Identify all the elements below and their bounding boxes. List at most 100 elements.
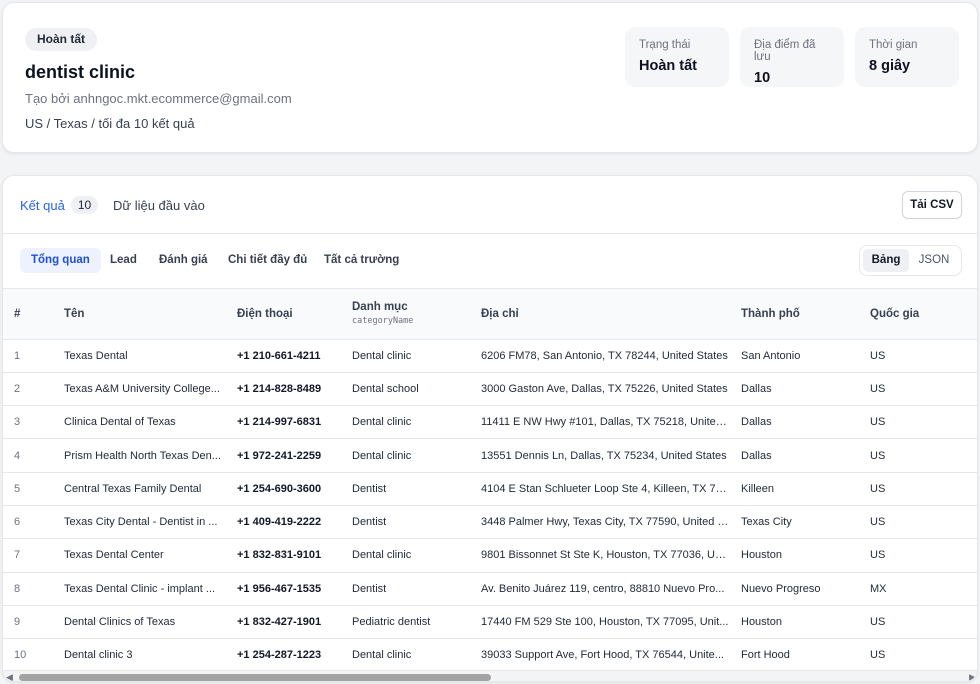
cell-country: US bbox=[859, 505, 977, 540]
view-json-button[interactable]: JSON bbox=[913, 249, 955, 272]
stat-value: Hoàn tất bbox=[639, 58, 697, 74]
arrow-right-icon[interactable]: ▶ bbox=[969, 672, 976, 681]
stat-value: 10 bbox=[754, 70, 771, 86]
tab-results-label: Kết quả bbox=[20, 197, 65, 213]
cell-city: Dallas bbox=[730, 438, 859, 473]
cell-idx: 2 bbox=[3, 372, 53, 407]
view-table-button[interactable]: Bảng bbox=[863, 249, 909, 272]
subtab-full-details[interactable]: Chi tiết đầy đủ bbox=[217, 248, 318, 273]
cell-phone: +1 254-690-3600 bbox=[226, 472, 341, 506]
stat-label: Địa điểm đã lưu bbox=[754, 39, 816, 63]
cell-name: Prism Health North Texas Den... bbox=[53, 438, 226, 473]
cell-city: Killeen bbox=[730, 472, 859, 506]
view-toggle: Bảng JSON bbox=[859, 245, 962, 276]
cell-city: Dallas bbox=[730, 372, 859, 407]
cell-country: MX bbox=[859, 572, 977, 606]
stat-label: Thời gian bbox=[869, 39, 918, 51]
col-header-city[interactable]: Thành phố bbox=[730, 289, 859, 340]
results-table: # Tên Điện thoại Danh mục categoryName Đ… bbox=[3, 289, 977, 669]
subtab-overview[interactable]: Tổng quan bbox=[20, 248, 101, 273]
cell-category: Dental clinic bbox=[341, 339, 470, 373]
stat-duration: Thời gian 8 giây bbox=[855, 27, 959, 87]
col-header-category[interactable]: Danh mục categoryName bbox=[341, 289, 470, 340]
subtab-all-fields[interactable]: Tất cả trường bbox=[313, 248, 410, 273]
cell-category: Dental clinic bbox=[341, 438, 470, 473]
cell-address: Av. Benito Juárez 119, centro, 88810 Nue… bbox=[470, 572, 730, 606]
cell-category: Dental clinic bbox=[341, 538, 470, 573]
cell-country: US bbox=[859, 405, 977, 440]
stat-saved-places: Địa điểm đã lưu 10 bbox=[740, 27, 844, 87]
stat-value: 8 giây bbox=[869, 58, 911, 74]
cell-category: Dental clinic bbox=[341, 638, 470, 669]
cell-address: 4104 E Stan Schlueter Loop Ste 4, Killee… bbox=[470, 472, 730, 506]
cell-city: Texas City bbox=[730, 505, 859, 540]
table-row[interactable]: 8 Texas Dental Clinic - implant ... +1 956… bbox=[3, 572, 977, 606]
table-row[interactable]: 4 Prism Health North Texas Den... +1 972-2… bbox=[3, 438, 977, 473]
status-badge: Hoàn tất bbox=[25, 28, 97, 51]
job-title: dentist clinic bbox=[25, 62, 136, 82]
table-row[interactable]: 10 Dental clinic 3 +1 254-287-1223 Dental c… bbox=[3, 638, 977, 669]
arrow-left-icon[interactable]: ◀ bbox=[6, 672, 13, 681]
cell-idx: 6 bbox=[3, 505, 53, 540]
subtab-reviews[interactable]: Đánh giá bbox=[148, 248, 219, 273]
cell-category: Dental school bbox=[341, 372, 470, 407]
cell-category: Dentist bbox=[341, 472, 470, 506]
cell-phone: +1 409-419-2222 bbox=[226, 505, 341, 540]
cell-phone: +1 210-661-4211 bbox=[226, 339, 341, 373]
stat-status: Trạng thái Hoàn tất bbox=[625, 27, 729, 87]
cell-address: 3000 Gaston Ave, Dallas, TX 75226, Unite… bbox=[470, 372, 730, 407]
tab-results[interactable]: Kết quả 10 bbox=[20, 196, 99, 214]
cell-idx: 7 bbox=[3, 538, 53, 573]
cell-phone: +1 956-467-1535 bbox=[226, 572, 341, 606]
table-row[interactable]: 9 Dental Clinics of Texas +1 832-427-1901 P… bbox=[3, 605, 977, 640]
cell-name: Clinica Dental of Texas bbox=[53, 405, 226, 440]
cell-address: 9801 Bissonnet St Ste K, Houston, TX 770… bbox=[470, 538, 730, 573]
cell-address: 11411 E NW Hwy #101, Dallas, TX 75218, U… bbox=[470, 405, 730, 440]
table-row[interactable]: 5 Central Texas Family Dental +1 254-690-3… bbox=[3, 472, 977, 506]
cell-name: Texas A&M University College... bbox=[53, 372, 226, 407]
table-row[interactable]: 3 Clinica Dental of Texas +1 214-997-6831 D… bbox=[3, 405, 977, 440]
cell-name: Texas Dental Center bbox=[53, 538, 226, 573]
results-tabs: Kết quả 10 Dữ liệu đầu vào Tải CSV bbox=[3, 176, 977, 234]
cell-idx: 8 bbox=[3, 572, 53, 606]
table-row[interactable]: 7 Texas Dental Center +1 832-831-9101 Denta… bbox=[3, 538, 977, 573]
table-body: 1 Texas Dental +1 210-661-4211 Dental clini… bbox=[3, 339, 977, 669]
col-header-category-key: categoryName bbox=[352, 316, 414, 327]
table-row[interactable]: 1 Texas Dental +1 210-661-4211 Dental clini… bbox=[3, 339, 977, 373]
col-header-name[interactable]: Tên bbox=[53, 289, 226, 340]
cell-country: US bbox=[859, 605, 977, 640]
cell-category: Dentist bbox=[341, 505, 470, 540]
cell-address: 39033 Support Ave, Fort Hood, TX 76544, … bbox=[470, 638, 730, 669]
cell-address: 6206 FM78, San Antonio, TX 78244, United… bbox=[470, 339, 730, 373]
cell-address: 3448 Palmer Hwy, Texas City, TX 77590, U… bbox=[470, 505, 730, 540]
cell-idx: 9 bbox=[3, 605, 53, 640]
subtab-lead[interactable]: Lead bbox=[99, 248, 148, 273]
tab-input-data[interactable]: Dữ liệu đầu vào bbox=[113, 198, 205, 213]
cell-name: Dental Clinics of Texas bbox=[53, 605, 226, 640]
results-table-container[interactable]: # Tên Điện thoại Danh mục categoryName Đ… bbox=[3, 289, 977, 669]
cell-phone: +1 214-828-8489 bbox=[226, 372, 341, 407]
col-header-phone[interactable]: Điện thoại bbox=[226, 289, 341, 340]
table-header-row: # Tên Điện thoại Danh mục categoryName Đ… bbox=[3, 289, 977, 340]
cell-idx: 1 bbox=[3, 339, 53, 373]
col-header-country[interactable]: Quốc gia bbox=[859, 289, 977, 340]
cell-name: Texas City Dental - Dentist in ... bbox=[53, 505, 226, 540]
cell-phone: +1 254-287-1223 bbox=[226, 638, 341, 669]
cell-phone: +1 832-831-9101 bbox=[226, 538, 341, 573]
cell-country: US bbox=[859, 472, 977, 506]
job-scope-text: US / Texas / tối đa 10 kết quả bbox=[25, 116, 195, 131]
horizontal-scrollbar[interactable]: ◀ ▶ bbox=[3, 670, 977, 681]
cell-country: US bbox=[859, 339, 977, 373]
cell-country: US bbox=[859, 638, 977, 669]
cell-city: Houston bbox=[730, 538, 859, 573]
table-row[interactable]: 6 Texas City Dental - Dentist in ... +1 40… bbox=[3, 505, 977, 540]
col-header-address[interactable]: Địa chỉ bbox=[470, 289, 730, 340]
scrollbar-thumb[interactable] bbox=[19, 674, 491, 681]
table-row[interactable]: 2 Texas A&M University College... +1 214-8… bbox=[3, 372, 977, 407]
stat-label: Trạng thái bbox=[639, 39, 691, 51]
cell-idx: 4 bbox=[3, 438, 53, 473]
cell-idx: 5 bbox=[3, 472, 53, 506]
download-csv-button[interactable]: Tải CSV bbox=[902, 191, 962, 219]
cell-name: Texas Dental Clinic - implant ... bbox=[53, 572, 226, 606]
cell-city: Houston bbox=[730, 605, 859, 640]
